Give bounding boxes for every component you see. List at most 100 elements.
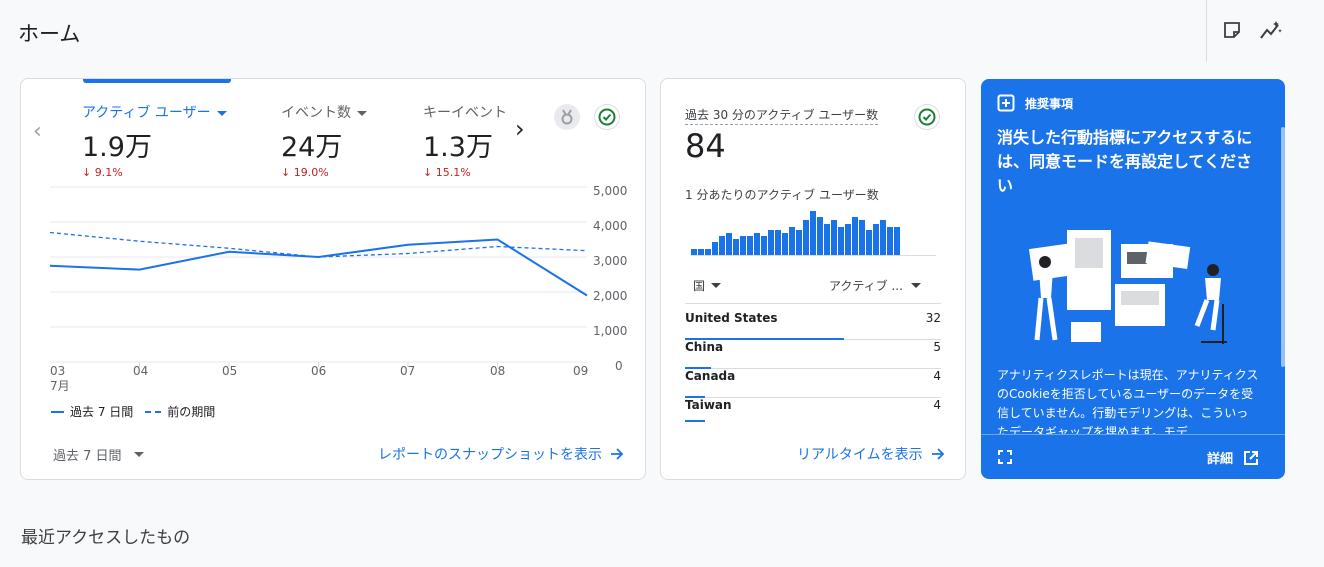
minute-bar	[719, 236, 725, 255]
x-tick: 07	[400, 364, 416, 378]
minute-bar	[845, 224, 851, 255]
metric-delta: 9.1%	[94, 166, 123, 179]
table-row[interactable]: United States 32	[685, 311, 941, 340]
minute-bar	[761, 236, 767, 255]
medal-icon[interactable]	[554, 104, 580, 130]
date-range-label: 過去 7 日間	[53, 449, 122, 464]
minute-bar	[789, 227, 795, 255]
recent-section-title: 最近アクセスしたもの	[21, 528, 191, 548]
realtime-card: 過去 30 分のアクティブ ユーザー数 84 1 分あたりのアクティブ ユーザー…	[660, 78, 966, 480]
legend-solid-swatch	[51, 410, 64, 413]
minute-bar	[733, 239, 739, 255]
expand-icon[interactable]	[997, 449, 1013, 469]
y-tick: 1,000	[593, 324, 628, 338]
arrow-down-icon: ↓	[82, 166, 92, 179]
caret-down-icon	[133, 452, 144, 457]
country-column-header[interactable]: 国	[693, 277, 722, 294]
metric-label: イベント数	[281, 105, 351, 121]
legend-dashed-swatch	[145, 410, 162, 413]
users-column-header[interactable]: アクティブ ...	[829, 277, 921, 294]
x-month: 7月	[50, 379, 70, 393]
country-users: 5	[933, 340, 941, 354]
scrollbar-thumb[interactable]	[1281, 127, 1285, 367]
share-bar	[685, 420, 705, 422]
overview-card: ‹ アクティブ ユーザー 1.9万 ↓ 9.1% イベント数 24万 ↓ 19.…	[20, 78, 646, 480]
minute-bar	[887, 227, 893, 255]
check-circle-icon[interactable]	[914, 104, 940, 130]
legend-previous: 前の期間	[167, 405, 216, 419]
snapshot-link-label: レポートのスナップショットを表示	[378, 447, 602, 463]
minute-bar	[754, 233, 760, 255]
active-tab-indicator	[83, 79, 231, 83]
details-link[interactable]: 詳細	[1207, 448, 1259, 467]
country-users: 4	[933, 398, 941, 412]
users-column-label: アクティブ ...	[829, 279, 903, 293]
country-users: 4	[933, 369, 941, 383]
caret-down-icon	[216, 110, 227, 116]
metric-key-events[interactable]: キーイベント 1.3万 ↓ 15.1%	[423, 102, 507, 179]
line-chart	[49, 186, 588, 367]
current-period-line	[49, 238, 588, 297]
caret-down-icon	[711, 283, 722, 288]
x-tick: 04	[133, 364, 149, 378]
minute-bar	[817, 217, 823, 255]
y-tick: 2,000	[593, 289, 628, 303]
arrow-right-icon	[611, 448, 624, 460]
illustration-image	[1028, 230, 1227, 344]
view-realtime-link[interactable]: リアルタイムを表示	[797, 444, 945, 464]
minute-bar	[838, 227, 844, 255]
metric-value: 1.3万	[423, 132, 493, 163]
minute-bar	[705, 249, 711, 255]
divider	[685, 303, 941, 304]
caret-down-icon	[910, 283, 921, 288]
x-tick: 03	[50, 364, 66, 378]
details-label: 詳細	[1207, 452, 1234, 467]
country-column-label: 国	[693, 279, 706, 293]
country-name: Canada	[685, 369, 736, 383]
page-title: ホーム	[18, 22, 81, 46]
table-row[interactable]: Taiwan 4	[685, 398, 941, 422]
minute-bar	[866, 230, 872, 255]
minute-bar	[691, 249, 697, 255]
recommendation-body: アナリティクスレポートは現在、アナリティクスのCookieを拒否しているユーザー…	[997, 368, 1259, 434]
next-arrow-icon[interactable]: ›	[515, 115, 525, 143]
caret-down-icon	[357, 110, 367, 116]
minute-bar	[712, 242, 718, 255]
minute-bar	[747, 236, 753, 255]
check-circle-icon[interactable]	[594, 104, 620, 130]
minute-bar	[782, 233, 788, 255]
country-name: China	[685, 340, 724, 354]
metric-label: アクティブ ユーザー	[82, 105, 211, 121]
minute-bar	[880, 220, 886, 255]
minute-bar	[740, 236, 746, 255]
minute-bar	[859, 220, 865, 255]
arrow-down-icon: ↓	[281, 166, 291, 179]
prev-arrow-icon[interactable]: ‹	[33, 119, 42, 144]
note-icon[interactable]	[1220, 18, 1244, 42]
metric-event-count[interactable]: イベント数 24万 ↓ 19.0%	[281, 102, 367, 179]
y-tick: 0	[615, 359, 623, 373]
add-box-icon	[997, 94, 1015, 112]
minute-bar	[796, 230, 802, 255]
table-row[interactable]: Canada 4	[685, 369, 941, 398]
arrow-down-icon: ↓	[423, 166, 433, 179]
x-tick: 05	[222, 364, 238, 378]
arrow-right-icon	[931, 448, 944, 460]
realtime-value: 84	[685, 127, 726, 165]
minute-bar	[831, 220, 837, 255]
metric-active-users[interactable]: アクティブ ユーザー 1.9万 ↓ 9.1%	[82, 102, 227, 179]
minute-bar	[768, 230, 774, 255]
table-row[interactable]: China 5	[685, 340, 941, 369]
metric-delta: 15.1%	[435, 166, 471, 179]
realtime-subtitle: 1 分あたりのアクティブ ユーザー数	[685, 188, 879, 202]
y-tick: 5,000	[593, 184, 628, 198]
x-tick: 09	[573, 364, 589, 378]
legend-current: 過去 7 日間	[70, 405, 134, 419]
minute-bar	[873, 224, 879, 255]
minute-bar	[810, 211, 816, 255]
view-snapshot-link[interactable]: レポートのスナップショットを表示	[378, 444, 624, 464]
minute-bar	[698, 249, 704, 255]
insights-icon[interactable]	[1259, 18, 1283, 42]
y-tick: 3,000	[593, 254, 628, 268]
date-range-select[interactable]: 過去 7 日間	[53, 445, 144, 464]
